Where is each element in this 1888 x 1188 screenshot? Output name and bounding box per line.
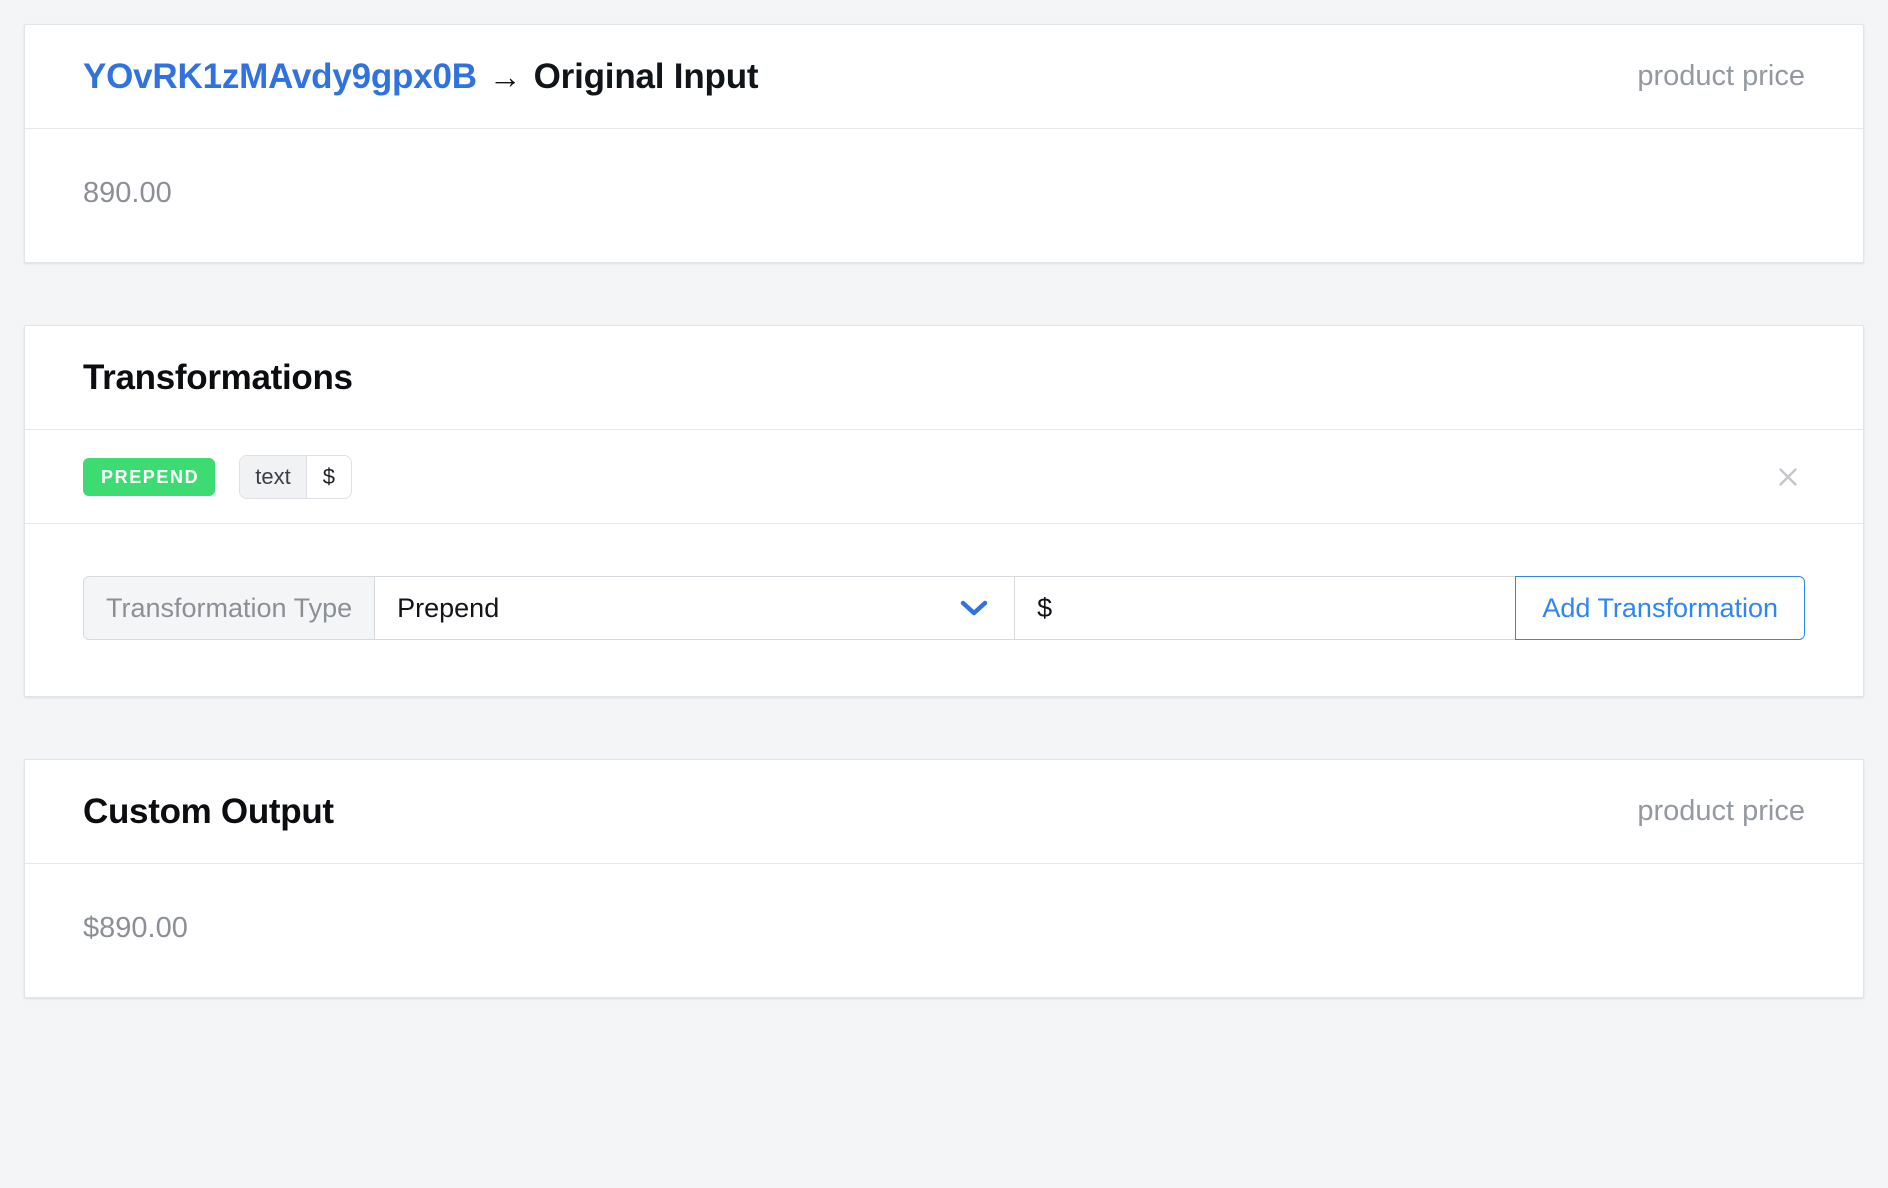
original-input-card: YOvRK1zMAvdy9gpx0B → Original Input prod… (24, 24, 1864, 263)
original-input-field-label: product price (1637, 60, 1805, 92)
chevron-down-icon (960, 599, 988, 617)
transformation-list-item: PREPEND text $ (25, 430, 1863, 524)
original-input-body: 890.00 (25, 129, 1863, 262)
transformations-title: Transformations (83, 357, 353, 397)
custom-output-field-label: product price (1637, 795, 1805, 827)
transformation-param-value: $ (306, 455, 351, 498)
spacer-two (24, 697, 1864, 759)
transformation-param-key: text (240, 455, 307, 498)
custom-output-card: Custom Output product price $890.00 (24, 759, 1864, 998)
transformations-header: Transformations (25, 326, 1863, 430)
page-root: YOvRK1zMAvdy9gpx0B → Original Input prod… (0, 0, 1888, 1188)
original-input-title: Original Input (533, 56, 759, 96)
custom-output-value: $890.00 (83, 912, 188, 944)
transformation-type-badge: PREPEND (83, 457, 216, 496)
transformations-card: Transformations PREPEND text $ Transform… (24, 325, 1864, 697)
transformation-type-label: Transformation Type (83, 576, 375, 640)
add-transformation-form: Transformation Type Prepend Add Transfor… (25, 524, 1863, 696)
record-id-link[interactable]: YOvRK1zMAvdy9gpx0B (83, 57, 477, 97)
transformation-type-select[interactable]: Prepend (374, 576, 1015, 640)
arrow-right-icon: → (488, 57, 522, 95)
transformation-value-input[interactable] (1014, 576, 1516, 640)
custom-output-title: Custom Output (83, 791, 334, 831)
add-transformation-button[interactable]: Add Transformation (1515, 576, 1805, 640)
spacer-one (24, 263, 1864, 325)
original-input-header: YOvRK1zMAvdy9gpx0B → Original Input prod… (25, 25, 1863, 129)
transformation-type-selected-value: Prepend (397, 592, 500, 623)
custom-output-body: $890.00 (25, 864, 1863, 997)
close-icon[interactable] (1771, 460, 1805, 494)
original-input-value: 890.00 (83, 177, 172, 209)
transformation-param-chip: text $ (239, 454, 352, 499)
transformation-summary: PREPEND text $ (83, 454, 352, 499)
custom-output-header: Custom Output product price (25, 760, 1863, 864)
page-title: YOvRK1zMAvdy9gpx0B → Original Input (83, 56, 759, 97)
transformation-input-group: Transformation Type Prepend Add Transfor… (83, 576, 1805, 640)
